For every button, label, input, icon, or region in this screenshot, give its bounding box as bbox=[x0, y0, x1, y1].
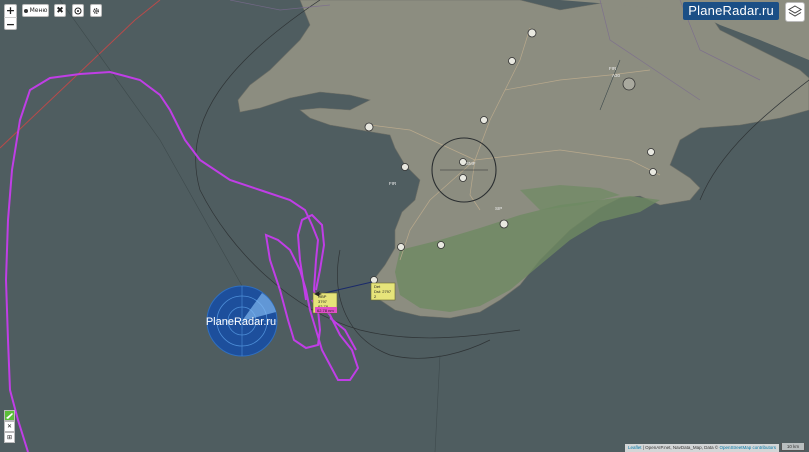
leaflet-link[interactable]: Leaflet bbox=[628, 445, 642, 450]
target-button[interactable] bbox=[72, 4, 84, 17]
attribution-text: | OpenAIP.net, NavData_Map, Data © bbox=[641, 445, 720, 450]
osm-link[interactable]: OpenStreetMap contributors bbox=[719, 445, 776, 450]
target-icon bbox=[74, 7, 82, 14]
layers-button[interactable] bbox=[785, 2, 805, 22]
layers-icon bbox=[788, 5, 802, 17]
side-close-button[interactable]: ✕ bbox=[4, 421, 15, 432]
map-attribution: Leaflet | OpenAIP.net, NavData_Map, Data… bbox=[625, 444, 779, 452]
plane-toggle-button[interactable] bbox=[4, 410, 15, 421]
side-controls: ✕ ⊞ bbox=[4, 410, 15, 443]
menu-label: Меню bbox=[29, 7, 48, 14]
scale-bar: 10 km bbox=[781, 443, 805, 451]
svg-text:SIP: SIP bbox=[495, 206, 502, 211]
side-extra-button[interactable]: ⊞ bbox=[4, 432, 15, 443]
flight-distance: 62.78 nm bbox=[317, 308, 334, 313]
map-canvas[interactable]: FIR A30 FIR SMF SIP PlaneRadar.ru OBP 37… bbox=[0, 0, 809, 452]
svg-text:FIR: FIR bbox=[389, 181, 397, 186]
info-line2: Dst: 2797 bbox=[374, 289, 392, 294]
settings-button[interactable] bbox=[90, 4, 102, 17]
zoom-in-button[interactable]: + bbox=[4, 4, 17, 17]
svg-text:SMF: SMF bbox=[466, 161, 476, 166]
close-button[interactable]: ✖ bbox=[54, 4, 66, 17]
planeradar-logo[interactable]: PlaneRadar.ru bbox=[683, 2, 779, 20]
watermark-text: PlaneRadar.ru bbox=[206, 316, 276, 328]
plane-icon bbox=[6, 413, 13, 419]
close-icon: ✖ bbox=[56, 5, 64, 16]
gear-icon bbox=[93, 7, 99, 14]
zoom-control: + − bbox=[4, 4, 17, 31]
menu-button[interactable]: Меню bbox=[22, 4, 49, 17]
zoom-out-button[interactable]: − bbox=[4, 16, 17, 31]
svg-text:A30: A30 bbox=[612, 73, 621, 78]
svg-text:FIR: FIR bbox=[609, 66, 617, 71]
selected-flight-label[interactable]: OBP 3797 62.78 62.78 nm bbox=[312, 292, 338, 314]
menu-icon bbox=[23, 8, 28, 13]
airport-info-box[interactable]: Det Dst: 2797 2 bbox=[370, 282, 396, 301]
